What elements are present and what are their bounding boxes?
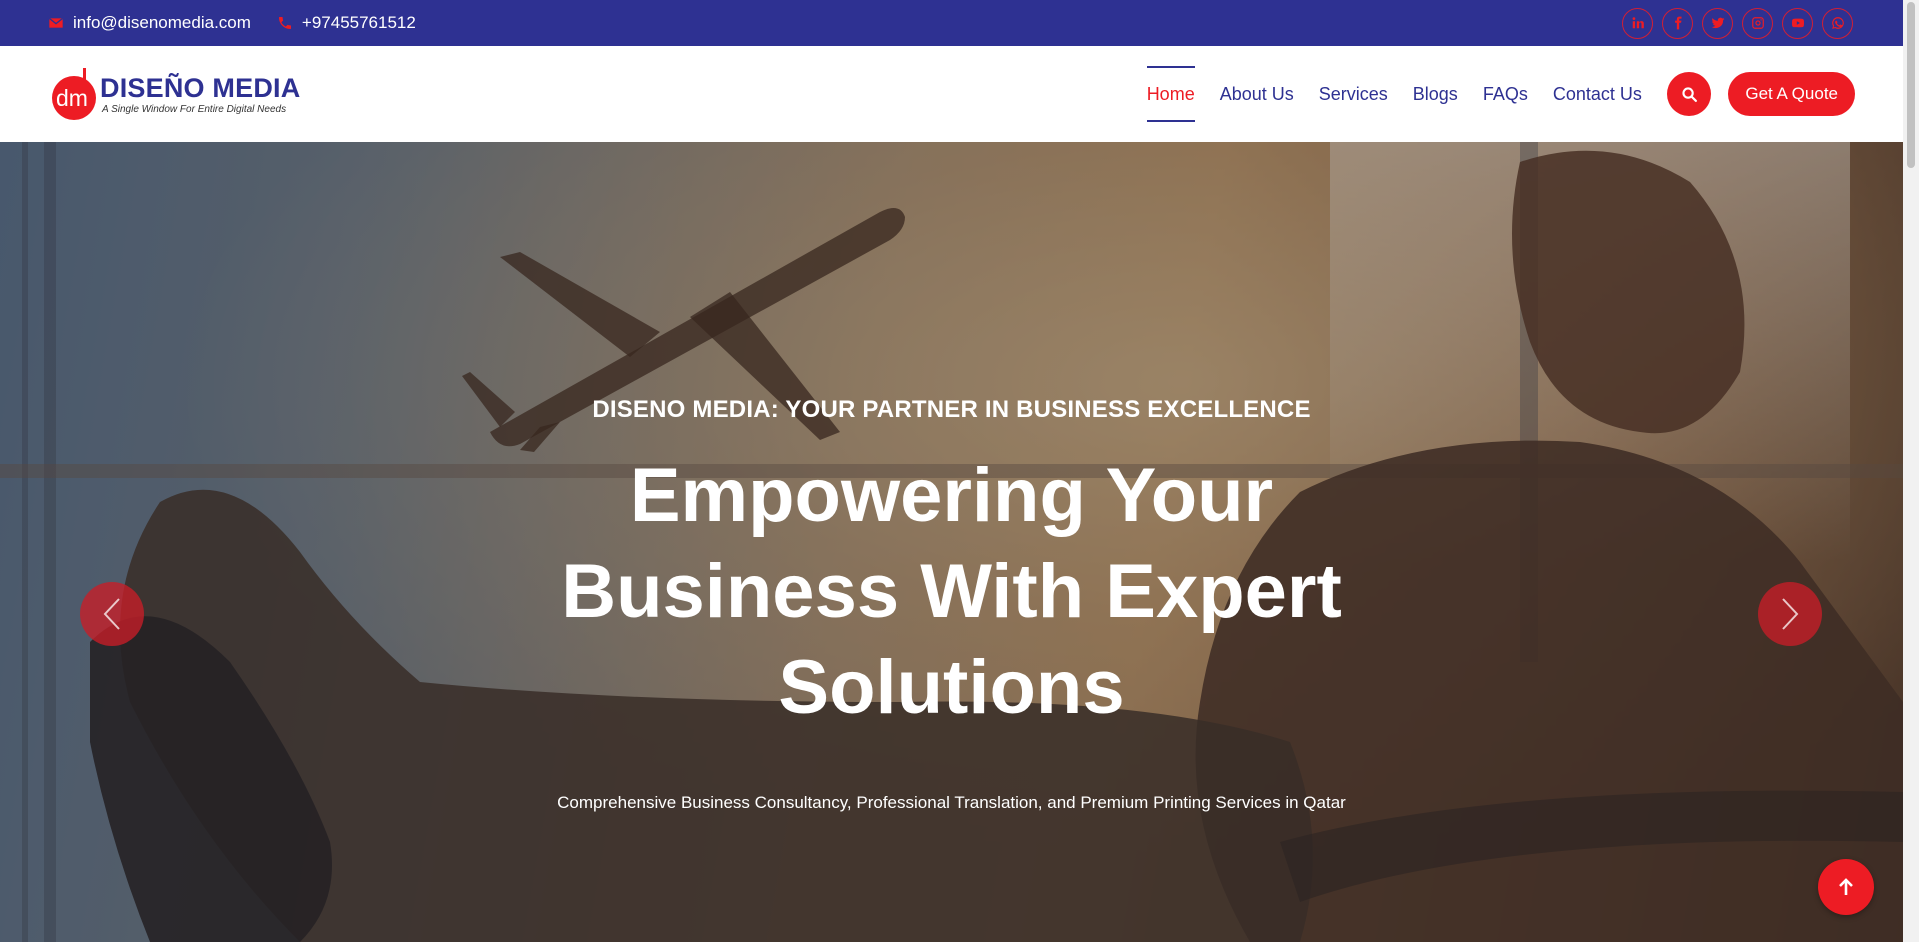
twitter-icon[interactable] <box>1702 7 1733 39</box>
hero-kicker: DISENO MEDIA: YOUR PARTNER IN BUSINESS E… <box>592 396 1311 423</box>
hero-slider: DISENO MEDIA: YOUR PARTNER IN BUSINESS E… <box>0 142 1903 942</box>
brand-logo[interactable]: dm DISEÑO MEDIA A Single Window For Enti… <box>50 66 300 122</box>
logo-text: DISEÑO MEDIA A Single Window For Entire … <box>100 73 300 115</box>
chevron-right-icon <box>1782 598 1799 630</box>
nav-item-services[interactable]: Services <box>1319 66 1388 122</box>
chevron-left-icon <box>103 598 120 630</box>
nav-item-faqs[interactable]: FAQs <box>1483 66 1528 122</box>
dm-logo-icon: dm <box>52 68 96 120</box>
phone-text: +97455761512 <box>301 13 416 32</box>
nav-item-contact-us[interactable]: Contact Us <box>1553 66 1642 122</box>
site-header: dm DISEÑO MEDIA A Single Window For Enti… <box>0 46 1903 142</box>
scrollbar-thumb[interactable] <box>1907 2 1915 168</box>
whatsapp-icon[interactable] <box>1822 7 1853 39</box>
facebook-icon[interactable] <box>1662 7 1693 39</box>
hero-content: DISENO MEDIA: YOUR PARTNER IN BUSINESS E… <box>0 142 1903 942</box>
contact-info: info@disenomedia.com +97455761512 <box>48 13 416 33</box>
linkedin-icon[interactable] <box>1622 7 1653 39</box>
phone-icon <box>278 17 291 29</box>
get-a-quote-button[interactable]: Get A Quote <box>1728 72 1855 116</box>
search-button[interactable] <box>1667 72 1712 116</box>
youtube-icon[interactable] <box>1782 7 1813 39</box>
email-text: info@disenomedia.com <box>73 13 251 32</box>
social-links <box>1622 7 1855 39</box>
hero-title: Empowering Your Business With Expert Sol… <box>561 453 1342 730</box>
top-contact-bar: info@disenomedia.com +97455761512 <box>0 0 1903 46</box>
main-nav: Home About Us Services Blogs FAQs Contac… <box>1134 66 1855 122</box>
email-link[interactable]: info@disenomedia.com <box>48 13 251 33</box>
nav-item-blogs[interactable]: Blogs <box>1413 66 1458 122</box>
brand-name: DISEÑO MEDIA <box>100 73 301 103</box>
envelope-icon <box>48 17 64 28</box>
hero-subtitle: Comprehensive Business Consultancy, Prof… <box>557 793 1346 812</box>
page-scrollbar[interactable] <box>1903 0 1919 942</box>
arrow-up-icon <box>1839 878 1853 895</box>
phone-link[interactable]: +97455761512 <box>277 13 416 33</box>
nav-item-about-us[interactable]: About Us <box>1220 66 1294 122</box>
instagram-icon[interactable] <box>1742 7 1773 39</box>
brand-tagline: A Single Window For Entire Digital Needs <box>102 104 287 115</box>
slider-prev-button[interactable] <box>80 582 144 646</box>
slider-next-button[interactable] <box>1758 582 1822 646</box>
back-to-top-button[interactable] <box>1818 859 1874 915</box>
nav-item-home[interactable]: Home <box>1146 66 1195 122</box>
svg-text:dm: dm <box>56 85 88 111</box>
search-icon <box>1682 86 1697 102</box>
